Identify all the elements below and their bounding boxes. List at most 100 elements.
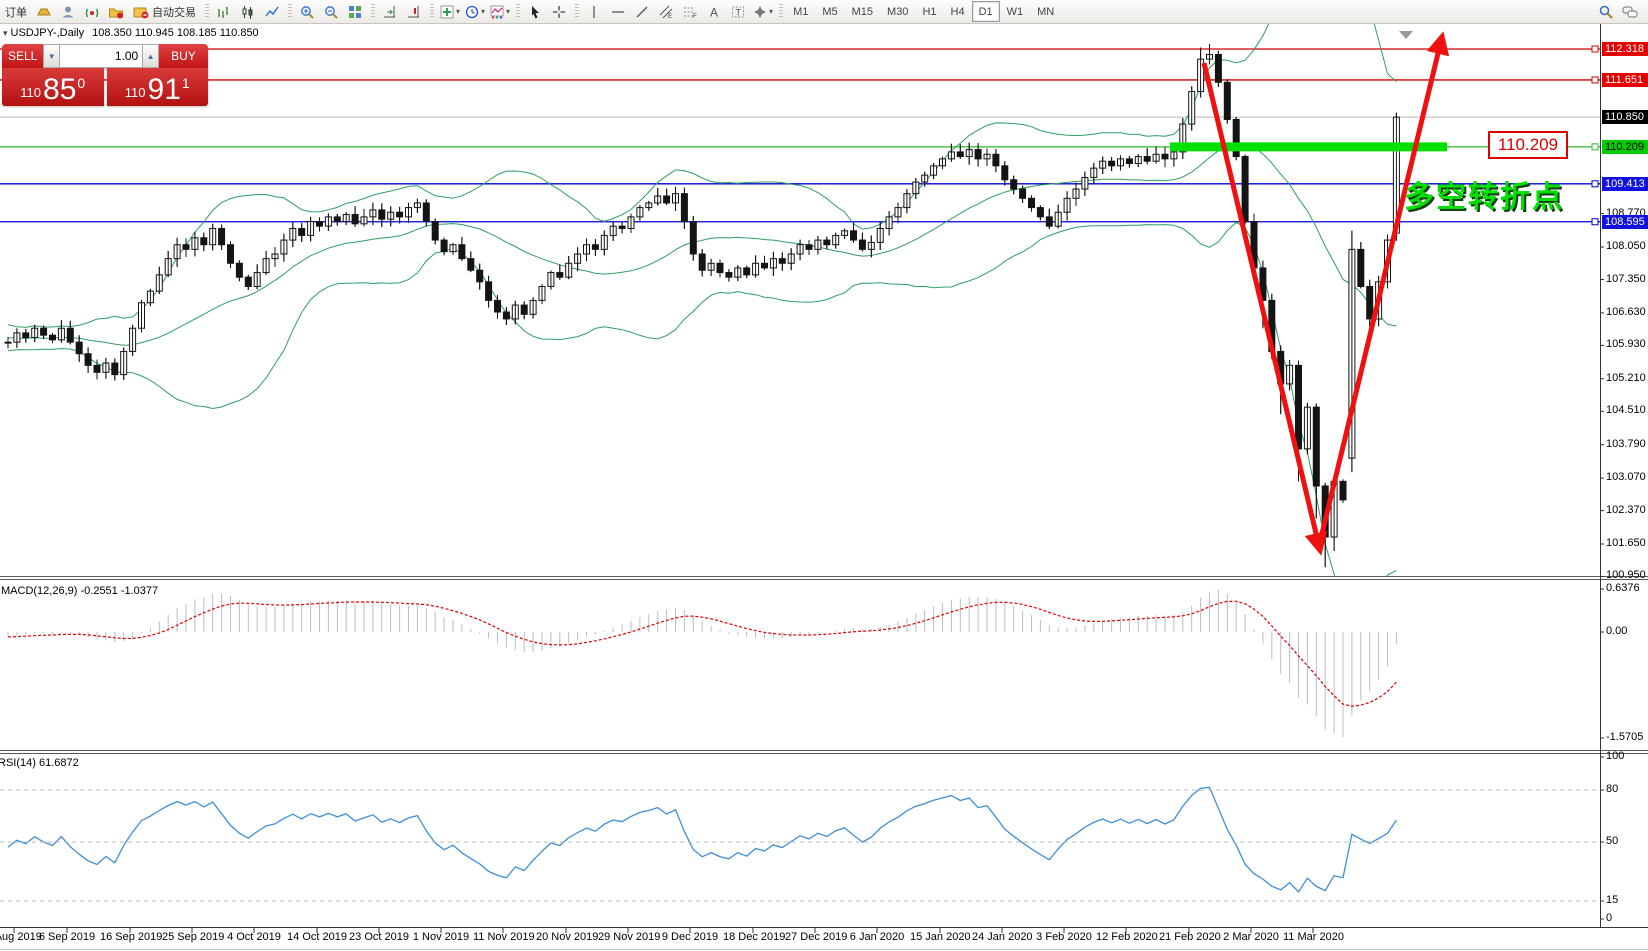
text-label-button[interactable]: T <box>726 1 750 23</box>
volume-increase-button[interactable]: ▲ <box>142 44 159 68</box>
scroll-to-end-button[interactable] <box>378 1 402 23</box>
timeframe-d1-button[interactable]: D1 <box>972 1 1000 22</box>
price-badge-110.209: 110.209 <box>1602 140 1648 154</box>
price-tick-label: 105.210 <box>1606 372 1646 384</box>
arrows-button[interactable]: ▾ <box>750 1 775 23</box>
timeframe-w1-button[interactable]: W1 <box>1000 1 1031 22</box>
annotation-text[interactable]: 多空转折点 <box>1404 172 1564 216</box>
bar-chart-button[interactable] <box>212 1 236 23</box>
candlestick-chart-icon <box>240 4 256 20</box>
vertical-line-button[interactable] <box>582 1 606 23</box>
rsi-axis-label: 0 <box>1606 912 1612 924</box>
sell-button[interactable]: SELL <box>2 44 43 68</box>
date-tick-label: 6 Sep 2019 <box>37 931 97 943</box>
periods-icon <box>464 4 480 20</box>
gold-ingot-icon <box>36 4 52 20</box>
periods-button[interactable]: ▾ <box>462 1 487 23</box>
timeframe-h4-button[interactable]: H4 <box>944 1 972 22</box>
timeframe-m1-button[interactable]: M1 <box>786 1 815 22</box>
rsi-axis-label: 80 <box>1606 783 1618 795</box>
autotrading-icon <box>133 4 149 20</box>
zoom-in-button[interactable] <box>295 1 319 23</box>
toolbar-group-grip <box>371 4 375 19</box>
sell-price[interactable]: 110 85 0 <box>2 68 104 106</box>
date-tick-label: 24 Jan 2020 <box>972 931 1032 943</box>
buy-button[interactable]: BUY <box>159 44 208 68</box>
trendline-icon <box>634 4 650 20</box>
signal-button[interactable] <box>80 1 104 23</box>
dropdown-arrow-icon[interactable]: ▾ <box>506 7 510 16</box>
date-tick-label: 3 Feb 2020 <box>1034 931 1094 943</box>
price-tick-label: 103.070 <box>1606 471 1646 483</box>
date-tick-label: 4 Oct 2019 <box>224 931 284 943</box>
tile-windows-icon <box>347 4 363 20</box>
date-tick-label: 23 Oct 2019 <box>349 931 409 943</box>
indicators-button[interactable]: ▾ <box>437 1 462 23</box>
rsi-label: RSI(14) 61.6872 <box>0 757 79 769</box>
price-tick-label: 107.350 <box>1606 273 1646 285</box>
volume-input[interactable] <box>60 44 142 68</box>
price-tick-label: 104.510 <box>1606 404 1646 416</box>
price-tick-label: 103.790 <box>1606 438 1646 450</box>
templates-button[interactable]: ▾ <box>487 1 512 23</box>
symbol-period-label: USDJPY-,Daily <box>11 27 85 39</box>
dropdown-arrow-icon[interactable]: ▾ <box>481 7 485 16</box>
toolbar-group-grip <box>430 4 434 19</box>
cursor-button[interactable] <box>523 1 547 23</box>
price-tick-label: 108.050 <box>1606 240 1646 252</box>
text-label-icon: T <box>730 4 746 20</box>
price-tick-label: 106.630 <box>1606 306 1646 318</box>
date-tick-label: 6 Jan 2020 <box>847 931 907 943</box>
autotrading-button[interactable]: 自动交易 <box>128 1 201 23</box>
dropdown-arrow-icon[interactable]: ▾ <box>456 7 460 16</box>
autotrading-label: 自动交易 <box>152 4 196 20</box>
chart-shift-button[interactable] <box>402 1 426 23</box>
equidistant-channel-button[interactable]: E <box>654 1 678 23</box>
timeframe-m15-button[interactable]: M15 <box>845 1 880 22</box>
rsi-axis-label: 50 <box>1606 835 1618 847</box>
fibonacci-button[interactable]: F <box>678 1 702 23</box>
sell-price-figure: 110 <box>20 85 41 100</box>
candlestick-chart-button[interactable] <box>236 1 260 23</box>
new-order-button[interactable]: 订单 <box>0 1 32 23</box>
chart-canvas[interactable] <box>0 0 1648 951</box>
search-button[interactable] <box>1594 1 1618 23</box>
trendline-button[interactable] <box>630 1 654 23</box>
gold-ingot-button[interactable] <box>32 1 56 23</box>
chart-shift-icon <box>406 4 422 20</box>
dropdown-arrow-icon[interactable]: ▾ <box>769 7 773 16</box>
buy-price-figure: 110 <box>125 85 146 100</box>
price-callout-label[interactable]: 110.209 <box>1488 131 1568 159</box>
date-tick-label: 11 Nov 2019 <box>473 931 533 943</box>
date-tick-label: 11 Mar 2020 <box>1283 931 1343 943</box>
chat-button[interactable] <box>1618 1 1642 23</box>
date-tick-label: 9 Dec 2019 <box>660 931 720 943</box>
horizontal-line-button[interactable] <box>606 1 630 23</box>
zoom-out-button[interactable] <box>319 1 343 23</box>
fibonacci-icon: F <box>682 4 698 20</box>
line-chart-button[interactable] <box>260 1 284 23</box>
text-icon: A <box>706 4 722 20</box>
profile-button[interactable] <box>56 1 80 23</box>
bar-chart-icon <box>216 4 232 20</box>
date-tick-label: 1 Nov 2019 <box>411 931 471 943</box>
timeframe-h1-button[interactable]: H1 <box>915 1 943 22</box>
date-tick-label: 2 Mar 2020 <box>1221 931 1281 943</box>
timeframe-m5-button[interactable]: M5 <box>815 1 844 22</box>
ohlc-values: 108.350 110.945 108.185 110.850 <box>92 27 259 39</box>
tile-windows-button[interactable] <box>343 1 367 23</box>
price-tick-label: 101.650 <box>1606 537 1646 549</box>
text-button[interactable]: A <box>702 1 726 23</box>
timeframe-m30-button[interactable]: M30 <box>880 1 915 22</box>
volume-decrease-button[interactable]: ▼ <box>43 44 60 68</box>
mql-folder-button[interactable] <box>104 1 128 23</box>
crosshair-button[interactable] <box>547 1 571 23</box>
price-tick-label: 102.370 <box>1606 504 1646 516</box>
timeframe-mn-button[interactable]: MN <box>1030 1 1061 22</box>
rsi-axis-label: 100 <box>1606 750 1624 762</box>
macd-label: MACD(12,26,9) -0.2551 -1.0377 <box>1 585 158 597</box>
buy-price[interactable]: 110 91 1 <box>107 68 209 106</box>
mql-folder-icon <box>108 4 124 20</box>
templates-icon <box>489 4 505 20</box>
toolbar-group-grip <box>205 4 209 19</box>
